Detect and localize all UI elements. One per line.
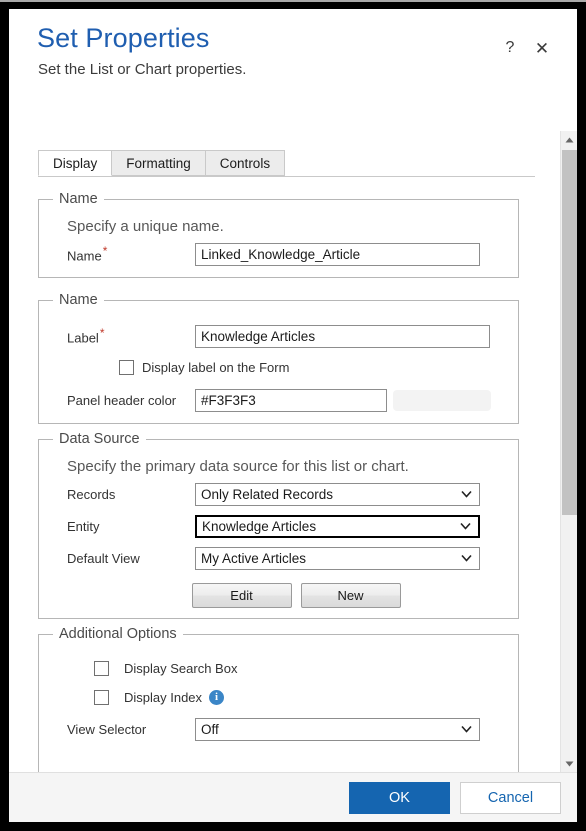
scrollbar-thumb[interactable] — [562, 150, 577, 515]
display-index-checkbox[interactable] — [94, 689, 109, 705]
page-title: Set Properties — [37, 23, 210, 53]
panel-header-color-swatch[interactable] — [393, 389, 491, 411]
display-label-checkbox[interactable] — [119, 359, 134, 375]
chevron-down-icon — [460, 522, 471, 530]
fieldset-name-label: Name Label* Display label on the Form Pa… — [38, 292, 519, 424]
name-label-text: Name — [67, 248, 102, 264]
new-button[interactable]: New — [300, 583, 401, 608]
default-view-row: Default View My Active Articles — [67, 545, 518, 571]
chevron-down-icon — [461, 490, 472, 498]
records-select-value: Only Related Records — [201, 486, 334, 502]
tab-formatting[interactable]: Formatting — [111, 150, 206, 176]
view-selector-select-value: Off — [201, 721, 219, 737]
label-row: Label* — [67, 323, 518, 349]
chevron-down-icon — [461, 554, 472, 562]
scroll-up-arrow-icon[interactable] — [561, 131, 577, 148]
help-icon[interactable]: ? — [499, 37, 521, 59]
label-input[interactable] — [195, 324, 490, 348]
entity-select-value: Knowledge Articles — [202, 518, 317, 534]
label-field-label: Label* — [67, 326, 195, 345]
dialog-footer: OK Cancel — [9, 772, 577, 822]
entity-select[interactable]: Knowledge Articles — [195, 514, 480, 538]
panel-header-color-label: Panel header color — [67, 392, 177, 408]
default-view-select[interactable]: My Active Articles — [195, 546, 480, 570]
display-label-row: Display label on the Form — [67, 356, 518, 378]
default-view-label: Default View — [67, 550, 140, 566]
chevron-down-icon — [461, 725, 472, 733]
display-index-row: Display Index i — [67, 686, 518, 708]
dialog-body: Display Formatting Controls Name Specify… — [9, 131, 577, 772]
display-search-box-label: Display Search Box — [124, 660, 238, 676]
close-icon[interactable]: ✕ — [531, 37, 553, 59]
display-search-box-checkbox[interactable] — [94, 660, 109, 676]
page-subtitle: Set the List or Chart properties. — [38, 61, 247, 78]
cancel-button[interactable]: Cancel — [460, 781, 561, 814]
vertical-scrollbar[interactable] — [560, 131, 577, 772]
panel-header-color-row: Panel header color — [67, 387, 518, 413]
name-field-label: Name* — [67, 244, 195, 263]
fieldset-data-source: Data Source Specify the primary data sou… — [38, 431, 519, 619]
fieldset-data-source-legend: Data Source — [53, 431, 146, 447]
name-required-marker: * — [102, 244, 108, 259]
label-required-marker: * — [99, 326, 105, 341]
records-row: Records Only Related Records — [67, 481, 518, 507]
fieldset-name-unique: Name Specify a unique name. Name* — [38, 191, 519, 278]
display-label-checkbox-label: Display label on the Form — [142, 359, 290, 375]
fieldset-name-label-legend: Name — [53, 292, 104, 308]
records-label: Records — [67, 486, 116, 502]
display-index-label: Display Index — [124, 689, 203, 705]
ok-button[interactable]: OK — [349, 781, 450, 814]
window-top-edge — [0, 0, 586, 2]
fieldset-additional-options: Additional Options Display Search Box Di… — [38, 626, 519, 772]
info-icon[interactable]: i — [209, 689, 225, 705]
entity-label: Entity — [67, 518, 100, 534]
view-selector-row: View Selector Off — [67, 716, 518, 742]
fieldset-name-unique-legend: Name — [53, 191, 104, 207]
dialog-header: Set Properties Set the List or Chart pro… — [9, 9, 577, 131]
dialog-body-content: Display Formatting Controls Name Specify… — [9, 131, 564, 772]
tab-controls[interactable]: Controls — [204, 150, 286, 176]
display-search-box-row: Display Search Box — [67, 657, 518, 679]
name-row: Name* — [67, 241, 518, 267]
data-source-description: Specify the primary data source for this… — [67, 458, 409, 475]
view-selector-select[interactable]: Off — [195, 717, 480, 741]
edit-button[interactable]: Edit — [191, 583, 292, 608]
name-unique-description: Specify a unique name. — [67, 218, 224, 235]
name-input[interactable] — [195, 242, 480, 266]
set-properties-dialog: Set Properties Set the List or Chart pro… — [9, 9, 577, 822]
view-selector-label: View Selector — [67, 721, 147, 737]
tab-display[interactable]: Display — [38, 150, 113, 176]
records-select[interactable]: Only Related Records — [195, 482, 480, 506]
fieldset-additional-options-legend: Additional Options — [53, 626, 183, 642]
screen: Set Properties Set the List or Chart pro… — [0, 0, 586, 831]
tabstrip: Display Formatting Controls — [38, 150, 535, 177]
default-view-select-value: My Active Articles — [201, 550, 307, 566]
scroll-down-arrow-icon[interactable] — [561, 755, 577, 772]
entity-row: Entity Knowledge Articles — [67, 513, 518, 539]
data-source-buttons: Edit New — [39, 583, 518, 608]
label-label-text: Label — [67, 330, 99, 346]
panel-header-color-input[interactable] — [195, 388, 387, 412]
